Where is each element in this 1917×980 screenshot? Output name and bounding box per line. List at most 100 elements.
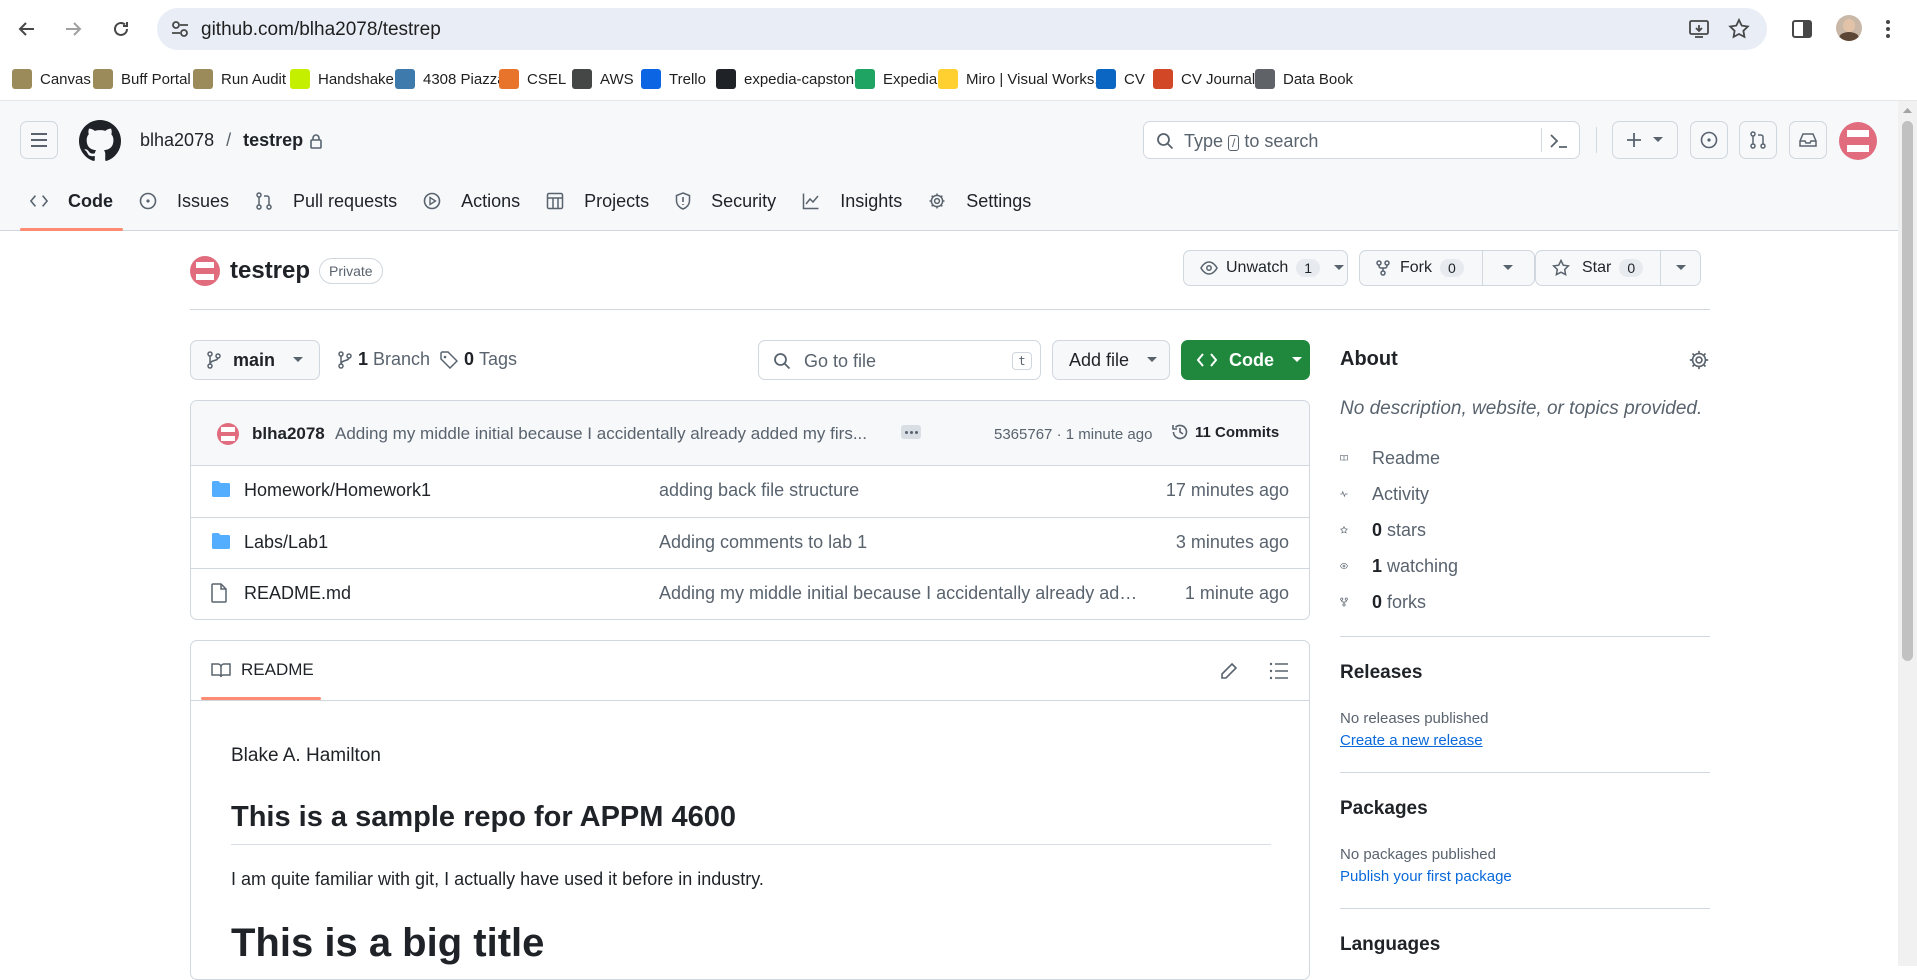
- sidebar-item-stars[interactable]: 0 stars: [1340, 512, 1710, 548]
- page-scrollbar[interactable]: [1898, 101, 1917, 966]
- file-commit-message[interactable]: Adding my middle initial because I accid…: [659, 583, 1139, 604]
- fork-button[interactable]: Fork 0: [1359, 250, 1535, 286]
- code-button[interactable]: Code: [1181, 340, 1310, 380]
- file-row[interactable]: Labs/Lab1 Adding comments to lab 1 3 minut…: [191, 517, 1309, 568]
- breadcrumb: blha2078 / testrep: [140, 130, 323, 151]
- bookmark-handshake[interactable]: Handshake: [290, 66, 394, 92]
- bookmark-cv[interactable]: CV: [1096, 66, 1145, 92]
- tab-settings[interactable]: Settings: [918, 183, 1041, 219]
- tags-link[interactable]: 0 Tags: [440, 349, 517, 370]
- star-button[interactable]: Star 0: [1535, 250, 1701, 286]
- repo-name[interactable]: testrep: [230, 257, 310, 285]
- code-icon: [1197, 353, 1217, 367]
- inbox-icon[interactable]: [1789, 121, 1827, 159]
- tab-insights[interactable]: Insights: [792, 183, 912, 219]
- folder-icon: [211, 480, 231, 503]
- repo-link[interactable]: testrep: [243, 130, 303, 151]
- reload-icon[interactable]: [106, 14, 136, 44]
- commits-history-link[interactable]: 11 Commits: [1171, 423, 1279, 441]
- bookmark-buff-portal[interactable]: Buff Portal: [93, 66, 191, 92]
- bookmark-trello[interactable]: Trello: [641, 66, 706, 92]
- bookmark-expedia[interactable]: Expedia: [855, 66, 937, 92]
- bookmark-miro-visual-works[interactable]: Miro | Visual Works...: [938, 66, 1107, 92]
- file-name[interactable]: Homework/Homework1: [244, 480, 431, 501]
- file-commit-message[interactable]: Adding comments to lab 1: [659, 532, 1139, 553]
- site-info-icon[interactable]: [169, 18, 191, 40]
- packages-text: No packages published: [1340, 846, 1496, 863]
- scroll-up-icon[interactable]: [1903, 107, 1912, 113]
- forward-icon[interactable]: [58, 14, 88, 44]
- unwatch-button[interactable]: Unwatch 1: [1183, 250, 1348, 286]
- bookmark-expedia-capstone[interactable]: expedia-capstone: [716, 66, 862, 92]
- scrollbar-thumb[interactable]: [1902, 121, 1913, 661]
- install-app-icon[interactable]: [1687, 17, 1711, 41]
- sidebar-item-readme[interactable]: Readme: [1340, 440, 1710, 476]
- search-icon: [1157, 133, 1174, 150]
- readme-tab[interactable]: README: [201, 651, 324, 689]
- file-row[interactable]: README.md Adding my middle initial becaus…: [191, 568, 1309, 619]
- user-avatar[interactable]: [1839, 122, 1877, 160]
- tab-projects[interactable]: Projects: [536, 183, 659, 219]
- bookmark-4308-piazza[interactable]: 4308 Piazza: [395, 66, 506, 92]
- owner-link[interactable]: blha2078: [140, 130, 214, 151]
- bookmark-label: Canvas: [40, 70, 91, 88]
- tab-label: Projects: [584, 190, 650, 211]
- sidebar-item-activity[interactable]: Activity: [1340, 476, 1710, 512]
- releases-title[interactable]: Releases: [1340, 662, 1422, 684]
- file-row[interactable]: Homework/Homework1 adding back file struc…: [191, 466, 1309, 517]
- command-palette-icon[interactable]: [1549, 132, 1569, 150]
- bookmark-label: CV: [1124, 70, 1145, 88]
- git-branch-icon: [338, 350, 352, 369]
- bookmark-label: CV Journal: [1181, 70, 1256, 88]
- create-release-link[interactable]: Create a new release: [1340, 732, 1483, 749]
- commit-author-avatar[interactable]: [217, 423, 239, 445]
- commit-sha-time[interactable]: 5365767 · 1 minute ago: [994, 426, 1152, 443]
- eye-icon: [1200, 261, 1218, 275]
- github-icon: [716, 69, 736, 89]
- chrome-menu-icon[interactable]: [1880, 14, 1896, 44]
- bookmark-star-icon[interactable]: [1727, 17, 1751, 41]
- file-name[interactable]: Labs/Lab1: [244, 532, 328, 553]
- triangle-down-icon: [1292, 357, 1302, 362]
- profile-avatar[interactable]: [1836, 15, 1862, 41]
- tab-pull-requests[interactable]: Pull requests: [245, 183, 407, 219]
- tab-code[interactable]: Code: [20, 183, 123, 231]
- side-panel-icon[interactable]: [1787, 14, 1817, 44]
- file-commit-message[interactable]: adding back file structure: [659, 480, 1139, 501]
- tab-actions[interactable]: Actions: [413, 183, 530, 219]
- commit-message[interactable]: Adding my middle initial because I accid…: [335, 424, 895, 444]
- hamburger-menu-icon[interactable]: [20, 121, 58, 159]
- divider: [1340, 908, 1710, 909]
- add-file-button[interactable]: Add file: [1052, 340, 1170, 380]
- commit-author[interactable]: blha2078: [252, 424, 325, 444]
- sidebar-item-watching[interactable]: 1 watching: [1340, 548, 1710, 584]
- publish-package-link[interactable]: Publish your first package: [1340, 868, 1512, 885]
- file-name[interactable]: README.md: [244, 583, 351, 604]
- branch-select-button[interactable]: main: [190, 340, 320, 380]
- branches-link[interactable]: 1 Branch: [338, 349, 430, 370]
- back-icon[interactable]: [12, 14, 42, 44]
- bookmark-csel[interactable]: CSEL: [499, 66, 566, 92]
- address-bar[interactable]: github.com/blha2078/testrep: [157, 8, 1767, 50]
- issues-icon[interactable]: [1690, 121, 1728, 159]
- tab-security[interactable]: Security: [665, 183, 786, 219]
- triangle-down-icon[interactable]: [1503, 265, 1513, 271]
- create-new-button[interactable]: [1612, 121, 1678, 159]
- github-logo-icon[interactable]: [79, 120, 121, 167]
- bookmark-cv-journal[interactable]: CV Journal: [1153, 66, 1255, 92]
- tab-issues[interactable]: Issues: [129, 183, 239, 219]
- list-unordered-icon[interactable]: [1269, 662, 1289, 680]
- bookmark-data-book[interactable]: Data Book: [1255, 66, 1353, 92]
- packages-title[interactable]: Packages: [1340, 798, 1428, 820]
- pull-requests-icon[interactable]: [1739, 121, 1777, 159]
- triangle-down-icon[interactable]: [1676, 265, 1686, 271]
- search-input[interactable]: Type / to search: [1143, 121, 1580, 159]
- bookmark-canvas[interactable]: Canvas: [12, 66, 91, 92]
- pencil-icon[interactable]: [1219, 661, 1239, 681]
- bookmark-run-audit[interactable]: Run Audit: [193, 66, 286, 92]
- go-to-file-input[interactable]: Go to file t: [758, 340, 1041, 380]
- ellipsis-icon[interactable]: [901, 425, 921, 439]
- sidebar-item-forks[interactable]: 0 forks: [1340, 584, 1710, 620]
- gear-icon[interactable]: [1688, 349, 1710, 371]
- bookmark-aws[interactable]: AWS: [572, 66, 634, 92]
